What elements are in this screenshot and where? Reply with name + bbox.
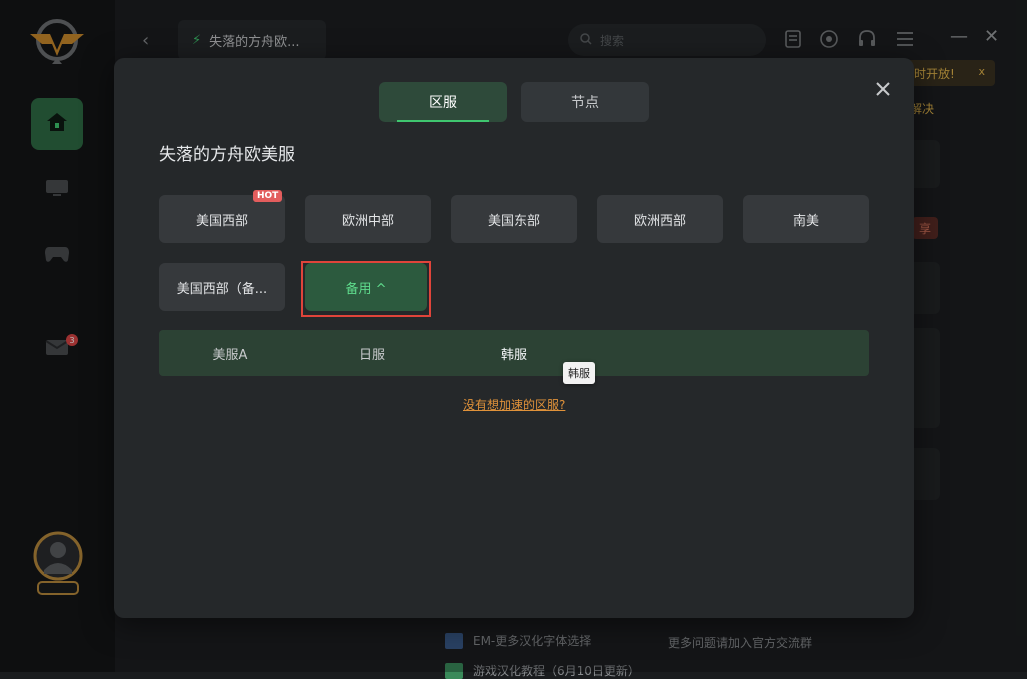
hot-badge: HOT xyxy=(253,190,283,202)
close-icon[interactable] xyxy=(872,78,894,100)
region-label: 美国西部 xyxy=(195,213,248,229)
sub-server-label: 韩服 xyxy=(500,347,527,363)
region-label: 美国西部（备... xyxy=(176,281,268,297)
region-label: 欧洲中部 xyxy=(341,213,394,229)
tooltip: 韩服 xyxy=(563,362,595,384)
tab-region[interactable]: 区服 xyxy=(379,82,507,122)
sub-server-label: 美服A xyxy=(212,347,248,363)
tab-label: 节点 xyxy=(571,95,599,111)
region-label: 备用 ^ xyxy=(345,281,387,297)
region-label: 欧洲西部 xyxy=(633,213,686,229)
region-south-america[interactable]: 南美 xyxy=(743,195,869,243)
missing-region-link[interactable]: 没有想加速的区服? xyxy=(463,396,565,413)
region-us-west-backup[interactable]: 美国西部（备... xyxy=(159,263,285,311)
sub-server-item[interactable]: 美服A xyxy=(180,330,280,376)
sub-server-label: 日服 xyxy=(358,347,385,363)
region-eu-west[interactable]: 欧洲西部 xyxy=(597,195,723,243)
sub-server-item[interactable]: 日服 xyxy=(322,330,422,376)
region-label: 美国东部 xyxy=(487,213,540,229)
region-label: 南美 xyxy=(792,213,819,229)
region-dialog: 区服 节点 失落的方舟欧美服 美国西部 HOT 欧洲中部 美国东部 欧洲西部 南… xyxy=(114,58,914,618)
region-us-west[interactable]: 美国西部 HOT xyxy=(159,190,285,243)
sub-server-bar: 美服A 日服 韩服 xyxy=(159,330,869,376)
page-title: 失落的方舟欧美服 xyxy=(159,145,295,165)
sub-server-item[interactable]: 韩服 xyxy=(464,330,564,376)
region-us-east[interactable]: 美国东部 xyxy=(451,195,577,243)
tab-label: 区服 xyxy=(429,95,457,111)
region-backup[interactable]: 备用 ^ xyxy=(305,263,427,311)
region-eu-central[interactable]: 欧洲中部 xyxy=(305,195,431,243)
tab-node[interactable]: 节点 xyxy=(521,82,649,122)
tab-underline xyxy=(397,120,489,122)
